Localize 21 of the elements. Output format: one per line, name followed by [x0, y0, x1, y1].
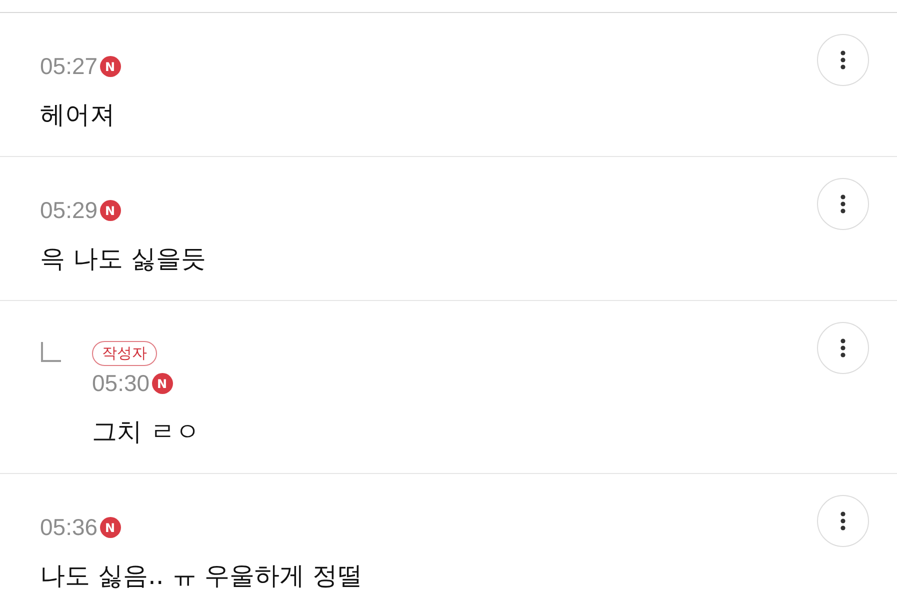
comment-text: 윽 나도 싫을듯	[40, 244, 206, 274]
more-options-button[interactable]	[817, 178, 869, 230]
new-badge: N	[100, 517, 121, 538]
more-icon	[840, 50, 846, 70]
comment-time: 05:29	[40, 197, 98, 224]
comment-text: 그치 ㄹㅇ	[92, 417, 200, 447]
new-badge: N	[152, 373, 173, 394]
more-icon	[840, 338, 846, 358]
more-icon	[840, 511, 846, 531]
more-options-button[interactable]	[817, 322, 869, 374]
comment-time: 05:36	[40, 514, 98, 541]
more-options-button[interactable]	[817, 34, 869, 86]
new-badge: N	[100, 56, 121, 77]
new-badge: N	[100, 200, 121, 221]
comment-time: 05:27	[40, 53, 98, 80]
comment-text: 헤어져	[40, 100, 115, 130]
comment-text: 나도 싫음.. ㅠ 우울하게 정떨	[40, 561, 363, 591]
more-icon	[840, 194, 846, 214]
more-options-button[interactable]	[817, 495, 869, 547]
author-tag: 작성자	[92, 341, 157, 366]
comment-time: 05:30	[92, 370, 150, 397]
